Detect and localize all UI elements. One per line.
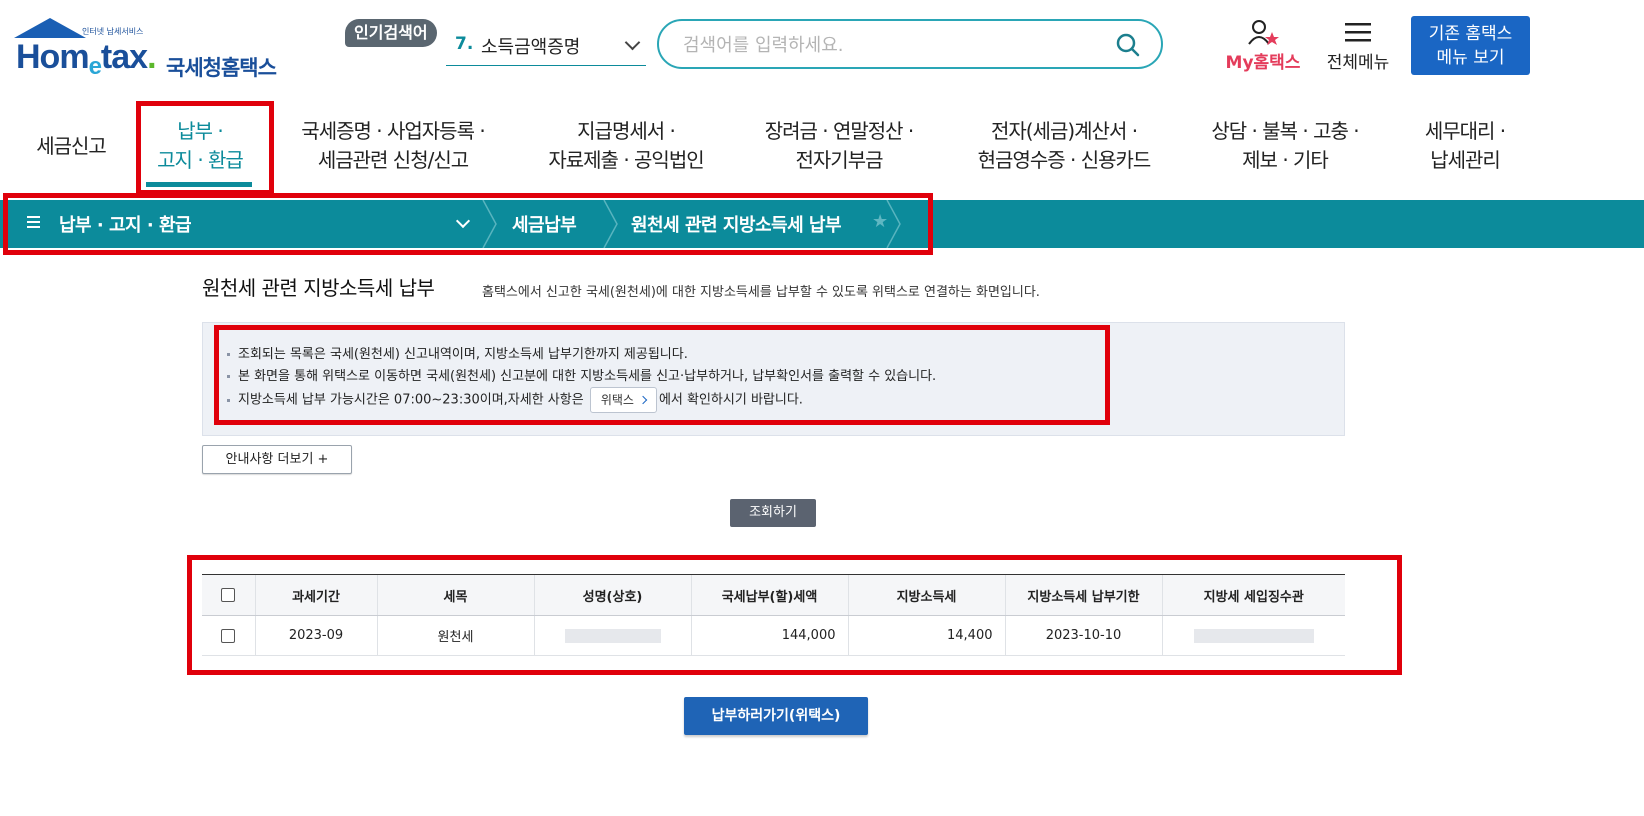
- page-title: 원천세 관련 지방소득세 납부: [202, 276, 435, 300]
- hamburger-icon[interactable]: [27, 215, 41, 229]
- wetax-link-label: 위택스: [600, 393, 634, 407]
- page-description: 홈택스에서 신고한 국세(원천세)에 대한 지방소득세를 납부할 수 있도록 위…: [482, 285, 1040, 300]
- gnb-incentive[interactable]: 장려금 · 연말정산 · 전자기부금: [746, 116, 932, 176]
- redacted-block: [564, 628, 661, 643]
- gnb-payment[interactable]: 납부 · 고지 · 환급: [140, 116, 260, 176]
- gnb-label-line2: 세금관련 신청/신고: [317, 148, 469, 172]
- header-select-all[interactable]: [202, 574, 255, 616]
- gnb-label: 세금신고: [36, 133, 107, 158]
- popular-search-select[interactable]: 7. 소득금액증명: [446, 28, 646, 66]
- old-menu-line2: 메뉴 보기: [1436, 47, 1505, 68]
- column-header: 국세납부(할)세액: [690, 574, 848, 616]
- redacted-block: [1193, 628, 1314, 643]
- gnb-label-line1: 전자(세금)계산서 ·: [990, 119, 1138, 143]
- column-header: 지방세 세입징수관: [1161, 574, 1345, 616]
- my-hometax-button[interactable]: My홈택스: [1218, 18, 1308, 76]
- breadcrumb-current[interactable]: 원천세 관련 지방소득세 납부: [631, 211, 842, 237]
- location-menu[interactable]: 납부 · 고지 · 환급: [59, 211, 192, 237]
- cell-national-tax: 144,000: [690, 615, 848, 656]
- wetax-link[interactable]: 위택스: [589, 387, 657, 413]
- gnb-label-line2: 제보 · 기타: [1242, 148, 1329, 172]
- gnb-consult[interactable]: 상담 · 불복 · 고충 · 제보 · 기타: [1192, 116, 1378, 176]
- chevron-right-icon: [638, 395, 648, 405]
- search-icon[interactable]: [1115, 32, 1141, 58]
- gnb-statement[interactable]: 지급명세서 · 자료제출 · 공익법인: [528, 116, 724, 176]
- chevron-down-icon: [624, 34, 641, 51]
- popular-rank: 7.: [455, 34, 474, 54]
- table-header-row: 과세기간 세목 성명(상호) 국세납부(할)세액 지방소득세 지방소득세 납부기…: [202, 574, 1345, 616]
- old-menu-button[interactable]: 기존 홈택스 메뉴 보기: [1411, 16, 1530, 75]
- logo-roof-icon: [14, 18, 86, 38]
- column-header: 지방소득세 납부기한: [1004, 574, 1162, 616]
- column-header: 과세기간: [254, 574, 377, 616]
- more-notice-button[interactable]: 안내사항 더보기 +: [202, 445, 352, 474]
- breadcrumb-separator-icon: [886, 200, 901, 248]
- breadcrumb-separator-icon: [603, 200, 618, 248]
- breadcrumb-separator-icon: [482, 200, 497, 248]
- notice-item: 지방소득세 납부 가능시간은 07:00~23:30이며,자세한 사항은 위택스…: [227, 387, 803, 413]
- notice-text: 조회되는 목록은 국세(원천세) 신고내역이며, 지방소득세 납부기한까지 제공…: [238, 347, 688, 362]
- column-header: 세목: [376, 574, 534, 616]
- table-row[interactable]: 2023-09 원천세 144,000 14,400 2023-10-10: [202, 615, 1345, 656]
- gnb-label-line2: 현금영수증 · 신용카드: [977, 148, 1152, 172]
- search-box: [657, 19, 1163, 69]
- cell-collector-redacted: [1161, 615, 1345, 656]
- gnb-certificate[interactable]: 국세증명 · 사업자등록 · 세금관련 신청/신고: [282, 116, 504, 176]
- notice-text: 본 화면을 통해 위택스로 이동하면 국세(원천세) 신고분에 대한 지방소득세…: [238, 369, 937, 384]
- result-table: 과세기간 세목 성명(상호) 국세납부(할)세액 지방소득세 지방소득세 납부기…: [202, 574, 1345, 656]
- gnb-label-line1: 지급명세서 ·: [577, 119, 676, 143]
- query-button[interactable]: 조회하기: [730, 499, 816, 527]
- bullet-icon: [227, 398, 230, 402]
- popular-keyword: 소득금액증명: [481, 37, 581, 58]
- pay-wetax-button[interactable]: 납부하러가기(위택스): [684, 697, 868, 735]
- gnb-label-line2: 고지 · 환급: [157, 148, 244, 172]
- popular-search-badge: 인기검색어: [345, 19, 437, 47]
- gnb-label-line1: 세무대리 ·: [1424, 119, 1506, 143]
- old-menu-line1: 기존 홈택스: [1428, 23, 1513, 44]
- notice-text: 지방소득세 납부 가능시간은 07:00~23:30이며,자세한 사항은: [238, 392, 584, 408]
- all-menu-label: 전체메뉴: [1326, 53, 1390, 73]
- gnb-label-line2: 납세관리: [1430, 148, 1501, 172]
- gnb-label-line1: 납부 ·: [177, 119, 224, 143]
- breadcrumb-tax-payment[interactable]: 세금납부: [512, 211, 577, 237]
- row-select-cell[interactable]: [202, 615, 255, 656]
- gnb-e-invoice[interactable]: 전자(세금)계산서 · 현금영수증 · 신용카드: [958, 116, 1170, 176]
- cell-tax-item: 원천세: [376, 615, 534, 656]
- column-header: 성명(상호): [533, 574, 691, 616]
- logo-brand: Hometax.: [16, 38, 157, 80]
- gnb-tax-agent[interactable]: 세무대리 · 납세관리: [1400, 116, 1530, 176]
- cell-local-tax: 14,400: [847, 615, 1005, 656]
- bullet-icon: [227, 353, 230, 356]
- row-checkbox[interactable]: [221, 628, 236, 643]
- gnb-label-line1: 국세증명 · 사업자등록 ·: [301, 119, 485, 143]
- notice-item: 본 화면을 통해 위택스로 이동하면 국세(원천세) 신고분에 대한 지방소득세…: [227, 365, 936, 384]
- bullet-icon: [227, 375, 230, 378]
- column-header: 지방소득세: [847, 574, 1005, 616]
- gnb-label-line2: 자료제출 · 공익법인: [548, 148, 704, 172]
- notice-text-after: 에서 확인하시기 바랍니다.: [658, 392, 803, 408]
- gnb-active-indicator: [146, 182, 252, 187]
- user-icon: [1248, 20, 1279, 45]
- gnb-tax-report[interactable]: 세금신고: [20, 116, 122, 176]
- cell-period: 2023-09: [254, 615, 377, 656]
- search-input[interactable]: [681, 31, 1105, 59]
- gnb-label-line1: 장려금 · 연말정산 ·: [764, 119, 915, 143]
- my-hometax-label: My홈택스: [1225, 53, 1301, 73]
- logo-korean-name: 국세청홈택스: [166, 56, 277, 80]
- hamburger-icon: [1345, 23, 1371, 42]
- notice-item: 조회되는 목록은 국세(원천세) 신고내역이며, 지방소득세 납부기한까지 제공…: [227, 343, 688, 362]
- select-all-checkbox[interactable]: [221, 588, 236, 602]
- gnb-label-line1: 상담 · 불복 · 고충 ·: [1211, 119, 1359, 143]
- hometax-logo[interactable]: 인터넷 납세서비스 Hometax. 국세청홈택스: [14, 16, 277, 80]
- gnb-label-line2: 전자기부금: [795, 148, 884, 172]
- all-menu-button[interactable]: 전체메뉴: [1318, 18, 1398, 76]
- cell-due-date: 2023-10-10: [1004, 615, 1162, 656]
- logo-subtitle: 인터넷 납세서비스: [82, 27, 144, 36]
- cell-name-redacted: [533, 615, 691, 656]
